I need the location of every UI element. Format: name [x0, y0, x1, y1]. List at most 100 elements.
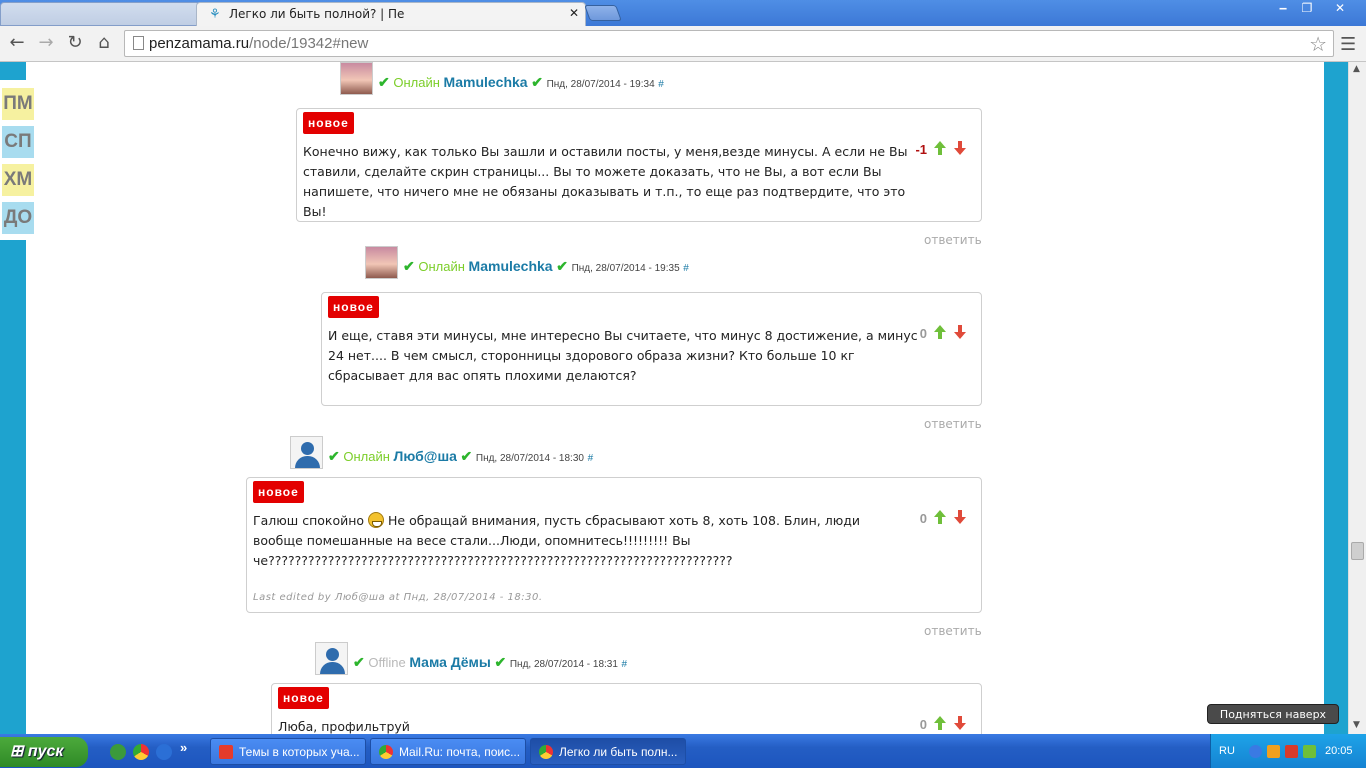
vote-widget: 0	[907, 510, 969, 528]
start-label: пуск	[27, 743, 64, 760]
browser-titlebar: ⚘ Легко ли быть полной? | Пе ✕ ‒ ❐ ✕	[0, 0, 1366, 26]
comment-header: ✔ Онлайн Mamulechka ✔ Пнд, 28/07/2014 - …	[365, 246, 985, 280]
taskbar-item-active[interactable]: Легко ли быть полн...	[530, 738, 686, 765]
thumb-up-arrow-icon[interactable]	[933, 324, 947, 340]
menu-icon[interactable]: ☰	[1340, 34, 1356, 55]
sidenav-sp[interactable]: СП	[2, 126, 34, 158]
vote-score: 0	[919, 511, 927, 526]
system-tray: RU 20:05	[1210, 734, 1366, 768]
check-icon: ✔	[403, 258, 415, 274]
check-icon: ✔	[353, 654, 365, 670]
comment-date: Пнд, 28/07/2014 - 19:34	[546, 79, 655, 90]
permalink[interactable]: #	[622, 659, 628, 670]
vote-score: 0	[919, 326, 927, 341]
quicklaunch-overflow-icon[interactable]: »	[180, 740, 187, 755]
sidenav-do[interactable]: ДО	[2, 202, 34, 234]
vote-score: 0	[919, 717, 927, 732]
check-icon: ✔	[556, 258, 568, 274]
home-icon[interactable]: ⌂	[93, 32, 115, 54]
check-icon: ✔	[531, 74, 543, 90]
offline-status: Offline	[368, 655, 406, 670]
close-tab-icon[interactable]: ✕	[569, 6, 579, 20]
comment-date: Пнд, 28/07/2014 - 18:30	[475, 453, 584, 464]
grin-smiley-icon	[368, 512, 385, 528]
comment-header: ✔ Offline Мама Дёмы ✔ Пнд, 28/07/2014 - …	[315, 642, 975, 676]
tray-app-icon[interactable]	[1267, 745, 1280, 758]
thumb-up-arrow-icon[interactable]	[933, 140, 947, 156]
thumb-down-arrow-icon[interactable]	[953, 715, 967, 731]
taskbar-item[interactable]: Mail.Ru: почта, поис...	[370, 738, 526, 765]
online-status: Онлайн	[393, 75, 440, 90]
comment: ✔ Offline Мама Дёмы ✔ Пнд, 28/07/2014 - …	[271, 642, 986, 734]
clock[interactable]: 20:05	[1325, 745, 1353, 757]
thumb-down-arrow-icon[interactable]	[953, 324, 967, 340]
new-tab-button[interactable]	[584, 5, 622, 21]
comment-body: новое Конечно вижу, как только Вы зашли …	[296, 108, 982, 222]
username-link[interactable]: Mamulechka	[444, 74, 528, 90]
permalink[interactable]: #	[683, 263, 689, 274]
username-link[interactable]: Люб@ша	[394, 448, 457, 464]
page-content: ✔ Онлайн Mamulechka ✔ Пнд, 28/07/2014 - …	[26, 62, 1324, 734]
scroll-up-icon[interactable]: ▲	[1353, 64, 1360, 74]
thumb-up-arrow-icon[interactable]	[933, 715, 947, 731]
new-badge: новое	[253, 481, 304, 503]
back-to-top-button[interactable]: Подняться наверх	[1207, 704, 1339, 724]
back-arrow-icon[interactable]: ←	[6, 32, 28, 54]
scrollbar-thumb[interactable]	[1351, 542, 1364, 560]
comment: ✔ Онлайн Mamulechka ✔ Пнд, 28/07/2014 - …	[321, 246, 986, 432]
maximize-button[interactable]: ❐	[1293, 0, 1321, 18]
yandex-icon	[219, 745, 233, 759]
browser-tab-inactive[interactable]	[0, 2, 200, 26]
close-window-button[interactable]: ✕	[1326, 0, 1354, 18]
thumb-up-arrow-icon[interactable]	[933, 509, 947, 525]
address-bar[interactable]: penzamama.ru/node/19342#new ☆	[124, 30, 1334, 57]
vertical-scrollbar[interactable]: ▲ ▼	[1348, 62, 1366, 734]
tray-arrow-icon[interactable]	[1249, 745, 1262, 758]
page-viewport: ✔ Онлайн Mamulechka ✔ Пнд, 28/07/2014 - …	[0, 62, 1366, 734]
username-link[interactable]: Mamulechka	[469, 258, 553, 274]
comment-date: Пнд, 28/07/2014 - 19:35	[571, 263, 680, 274]
bookmark-star-icon[interactable]: ☆	[1309, 32, 1327, 56]
vote-score: -1	[915, 142, 927, 157]
comment-body: новое И еще, ставя эти минусы, мне интер…	[321, 292, 982, 406]
default-user-avatar[interactable]	[315, 642, 348, 675]
permalink[interactable]: #	[658, 79, 664, 90]
check-icon: ✔	[494, 654, 507, 670]
reload-icon[interactable]: ↻	[64, 32, 86, 54]
online-status: Онлайн	[343, 449, 390, 464]
language-indicator[interactable]: RU	[1219, 745, 1235, 757]
reply-link[interactable]: ответить	[924, 233, 982, 247]
tray-flag-icon[interactable]	[1285, 745, 1298, 758]
comment-body: новое Люба, профильтруй 0	[271, 683, 982, 734]
reply-link[interactable]: ответить	[924, 624, 982, 638]
tab-title: Легко ли быть полной? | Пе	[229, 7, 405, 21]
chrome-icon[interactable]	[133, 744, 149, 760]
username-link[interactable]: Мама Дёмы	[409, 654, 491, 670]
browser-tab-active[interactable]: ⚘ Легко ли быть полной? | Пе ✕	[196, 2, 586, 26]
comment-text: Галюш спокойно Не обращай внимания, пуст…	[253, 512, 860, 568]
scroll-down-icon[interactable]: ▼	[1353, 720, 1360, 730]
edited-note: Last edited by Люб@ша at Пнд, 28/07/2014…	[253, 592, 543, 603]
taskbar-item[interactable]: Темы в которых уча...	[210, 738, 366, 765]
permalink[interactable]: #	[588, 453, 594, 464]
user-avatar[interactable]	[340, 62, 373, 95]
forward-arrow-icon[interactable]: →	[35, 32, 57, 54]
windows-taskbar: ⊞ пуск » Темы в которых уча... Mail.Ru: …	[0, 734, 1366, 768]
sidenav-hm[interactable]: ХМ	[2, 164, 34, 196]
new-badge: новое	[328, 296, 379, 318]
ie-icon[interactable]	[156, 744, 172, 760]
vote-widget: 0	[907, 716, 969, 734]
user-avatar[interactable]	[365, 246, 398, 279]
sidenav-pm[interactable]: ПМ	[2, 88, 34, 120]
comment: ✔ Онлайн Mamulechka ✔ Пнд, 28/07/2014 - …	[296, 62, 986, 248]
reply-link[interactable]: ответить	[924, 417, 982, 431]
baby-carriage-icon: ⚘	[209, 7, 221, 22]
check-icon: ✔	[328, 448, 340, 464]
thumb-down-arrow-icon[interactable]	[953, 509, 967, 525]
network-signal-icon[interactable]	[1303, 745, 1316, 758]
start-button[interactable]: ⊞ пуск	[0, 737, 88, 767]
default-user-avatar[interactable]	[290, 436, 323, 469]
utorrent-icon[interactable]	[110, 744, 126, 760]
thumb-down-arrow-icon[interactable]	[953, 140, 967, 156]
comment: ✔ Онлайн Люб@ша ✔ Пнд, 28/07/2014 - 18:3…	[246, 436, 986, 642]
